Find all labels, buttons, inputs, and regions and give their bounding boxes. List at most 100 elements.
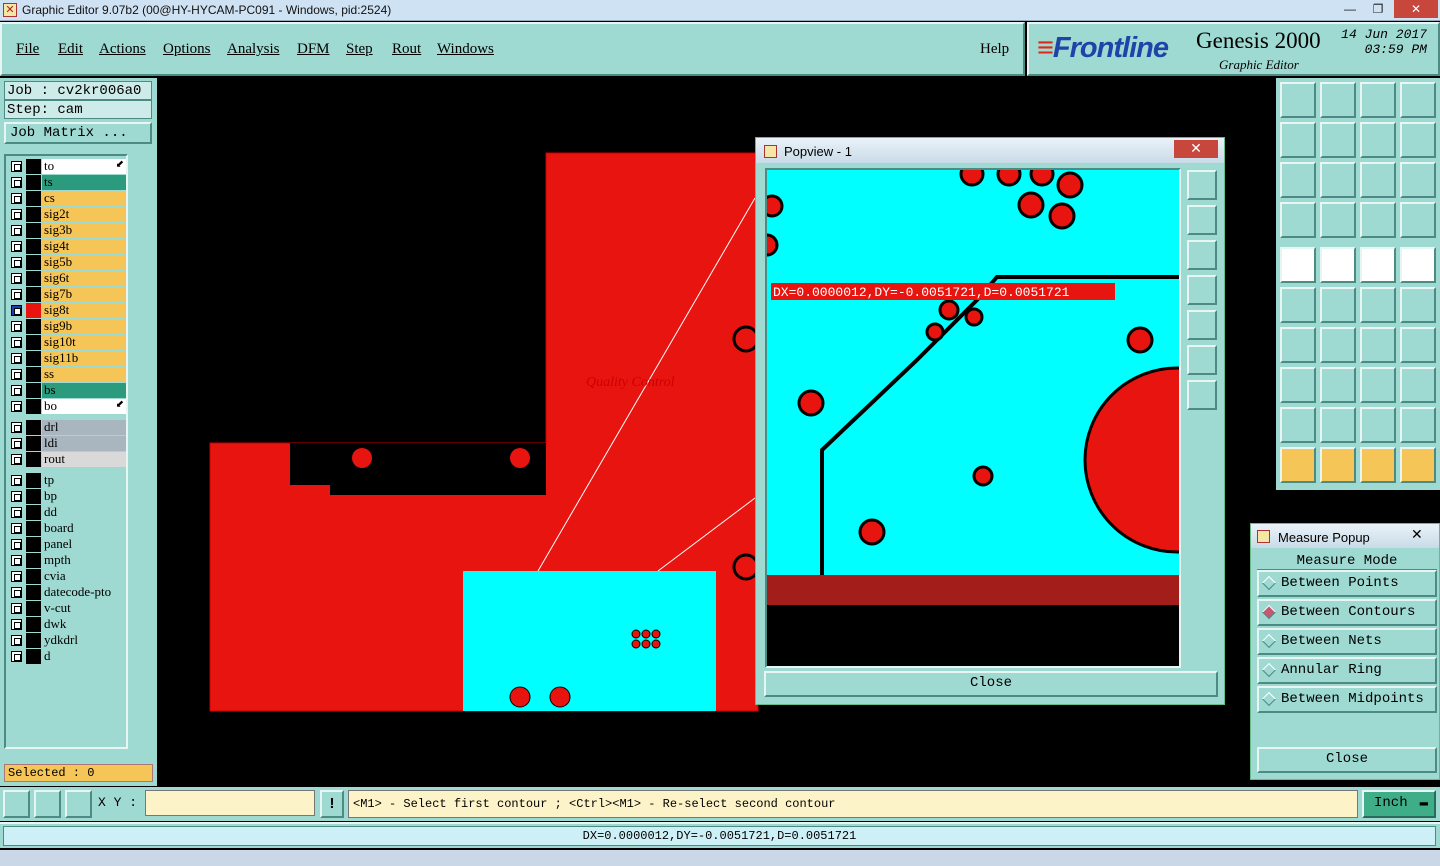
snap-icon[interactable] [1400,122,1436,158]
menu-windows[interactable]: Windows [437,41,494,58]
settings-icon[interactable] [1280,202,1316,238]
layer-name[interactable]: ss [42,367,126,382]
layer-checkbox[interactable] [11,635,22,646]
arc-draw-icon[interactable] [1320,327,1356,363]
zoom-in-tool[interactable] [1187,380,1217,410]
layer-row-sig5b[interactable]: sig5b [8,255,126,270]
popview-close-button[interactable]: Close [764,671,1218,697]
layer-row-to[interactable]: to ⬋ [8,159,126,174]
circle-pad-icon[interactable] [1400,247,1436,283]
layer-checkbox[interactable] [11,273,22,284]
window-close-button[interactable]: ✕ [1394,0,1438,18]
zoom-center-icon[interactable] [1320,162,1356,198]
layer-row-sig2t[interactable]: sig2t [8,207,126,222]
layer-name[interactable]: dd [42,505,126,520]
layer-checkbox[interactable] [11,619,22,630]
split-view-icon[interactable] [1400,82,1436,118]
layer-name[interactable]: v-cut [42,601,126,616]
layer-name[interactable]: sig4t [42,239,126,254]
layer-row-sig10t[interactable]: sig10t [8,335,126,350]
xy-input[interactable] [145,790,315,816]
layer-name[interactable]: mpth [42,553,126,568]
layer-checkbox[interactable] [11,475,22,486]
warning-button[interactable]: ! [320,790,344,818]
triangle-c-icon[interactable] [1360,407,1396,443]
layer-name[interactable]: ts [42,175,126,190]
layer-row-sig6t[interactable]: sig6t [8,271,126,286]
layer-name[interactable]: drl [42,420,126,435]
layer-name[interactable]: datecode-pto [42,585,126,600]
net-highlight-icon[interactable] [1360,202,1396,238]
menu-rout[interactable]: Rout [392,41,421,58]
triangle-b-icon[interactable] [1320,407,1356,443]
layer-checkbox[interactable] [11,587,22,598]
features-icon[interactable] [1400,327,1436,363]
layer-row-mpth[interactable]: mpth [8,553,126,568]
layer-row-v-cut[interactable]: v-cut [8,601,126,616]
layer-name[interactable]: sig2t [42,207,126,222]
layer-row-ts[interactable]: ts [8,175,126,190]
node-connect-icon[interactable] [1280,287,1316,323]
layer-checkbox[interactable] [11,225,22,236]
menu-analysis[interactable]: Analysis [227,41,280,58]
layer-up-icon[interactable] [1280,82,1316,118]
layer-checkbox[interactable] [11,369,22,380]
layer-name[interactable]: dwk [42,617,126,632]
layer-checkbox[interactable] [11,454,22,465]
menu-options[interactable]: Options [163,41,211,58]
select-point-icon[interactable] [1360,447,1396,483]
layer-row-drl[interactable]: drl [8,420,126,435]
layer-row-bo[interactable]: bo ⬋ [8,399,126,414]
layer-name[interactable]: sig6t [42,271,126,286]
net-select-icon[interactable] [1400,202,1436,238]
maximize-button[interactable]: ❐ [1364,0,1392,18]
layer-checkbox[interactable] [11,539,22,550]
layer-checkbox[interactable] [11,305,22,316]
unit-selector[interactable]: Inch ▬ [1362,790,1436,818]
layer-name[interactable]: sig5b [42,255,126,270]
layer-row-ldi[interactable]: ldi [8,436,126,451]
layer-row-panel[interactable]: panel [8,537,126,552]
menu-dfm[interactable]: DFM [297,41,330,58]
pointer-icon[interactable] [1280,447,1316,483]
pan-right-tool[interactable] [1187,310,1217,340]
grid-icon[interactable] [1320,202,1356,238]
help-icon[interactable] [1400,162,1436,198]
layer-name[interactable]: cs [42,191,126,206]
layer-checkbox[interactable] [11,241,22,252]
measure-option-2[interactable]: Between Nets [1257,628,1437,655]
layer-row-tp[interactable]: tp [8,473,126,488]
add-pad-icon[interactable] [1280,247,1316,283]
layer-name[interactable]: sig9b [42,319,126,334]
pan-down-tool[interactable] [1187,240,1217,270]
job-matrix-button[interactable]: Job Matrix ... [4,122,152,144]
layer-name[interactable]: bp [42,489,126,504]
ruler-icon[interactable] [1360,247,1396,283]
home-icon[interactable] [1360,82,1396,118]
triangle-a-icon[interactable] [1280,407,1316,443]
rotate-icon[interactable] [1360,327,1396,363]
layer-row-sig9b[interactable]: sig9b [8,319,126,334]
layer-checkbox[interactable] [11,161,22,172]
layer-checkbox[interactable] [11,571,22,582]
layer-row-bp[interactable]: bp [8,489,126,504]
zoom-out-tool[interactable] [1187,345,1217,375]
layer-row-rout[interactable]: rout [8,452,126,467]
layer-checkbox[interactable] [11,507,22,518]
shapes-icon[interactable] [1400,367,1436,403]
measure-option-3[interactable]: Annular Ring [1257,657,1437,684]
layer-row-sig7b[interactable]: sig7b [8,287,126,302]
layer-row-sig11b[interactable]: sig11b [8,351,126,366]
layer-checkbox[interactable] [11,555,22,566]
menu-edit[interactable]: Edit [58,41,83,58]
measure-range-icon[interactable] [1360,367,1396,403]
grid-tool-button[interactable] [65,790,92,818]
triangle-d-icon[interactable] [1400,407,1436,443]
layer-name[interactable]: tp [42,473,126,488]
layer-checkbox[interactable] [11,257,22,268]
measure-icon[interactable] [1400,287,1436,323]
layer-row-cvia[interactable]: cvia [8,569,126,584]
layer-row-sig8t[interactable]: sig8t [8,303,126,318]
layer-row-dd[interactable]: dd [8,505,126,520]
snap-tool-button[interactable] [3,790,30,818]
